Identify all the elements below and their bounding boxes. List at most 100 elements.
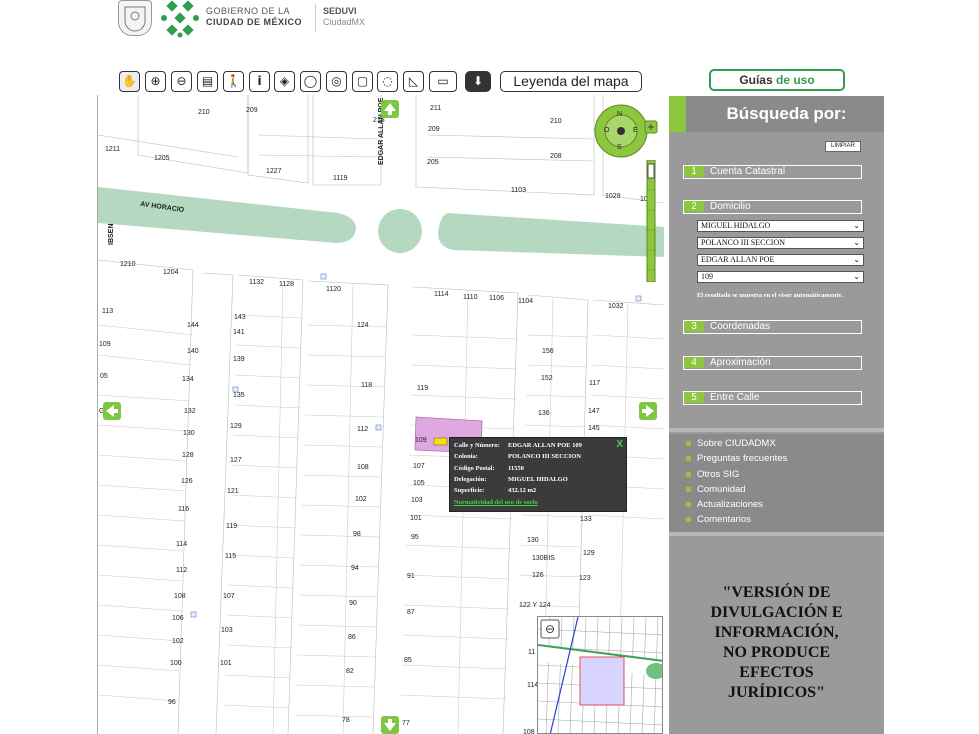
section-number: 5	[684, 392, 704, 403]
parcel-number: 140	[187, 348, 199, 355]
section-number: 1	[684, 166, 704, 177]
parcel-number: 118	[361, 382, 373, 389]
download-icon[interactable]: ⬇	[465, 71, 491, 92]
parcel-number: 117	[589, 380, 601, 387]
popup-label: Colonia:	[454, 453, 478, 460]
section-cuenta-catastral[interactable]: 1 Cuenta Catastral	[683, 165, 862, 179]
parcel-number: 82	[346, 668, 354, 675]
guias-label-1: Guías	[739, 73, 776, 87]
walk-icon[interactable]: 🚶	[223, 71, 244, 92]
zoom-slider[interactable]	[645, 159, 657, 283]
parcel-number: 95	[411, 534, 419, 541]
parcel-number: 127	[230, 457, 242, 464]
seduvi-line-1: SEDUVI	[323, 6, 357, 16]
panel-divider	[669, 428, 884, 432]
parcel-number: 108	[174, 593, 186, 600]
gob-line-2: CIUDAD DE MÉXICO	[206, 17, 303, 27]
legend-button[interactable]: Leyenda del mapa	[500, 71, 642, 92]
disclaimer-line: INFORMACIÓN,	[714, 624, 839, 641]
print-icon[interactable]: ▭	[429, 71, 457, 92]
lasso-select-icon[interactable]: ◌	[377, 71, 398, 92]
parcel-number: 106	[172, 615, 184, 622]
pan-south-arrow-icon[interactable]	[381, 716, 399, 734]
calle-select[interactable]: EDGAR ALLAN POE ⌄	[697, 254, 864, 266]
parcel-number: 147	[588, 408, 600, 415]
parcel-number: 77	[402, 720, 410, 727]
delegacion-select[interactable]: MIGUEL HIDALGO ⌄	[697, 220, 864, 232]
numero-select[interactable]: 109 ⌄	[697, 271, 864, 283]
parcel-number: 108	[357, 464, 369, 471]
circle-select-icon[interactable]: ◯	[300, 71, 321, 92]
zoom-in-icon[interactable]: ⊕	[145, 71, 166, 92]
user-guides-button[interactable]: Guías de uso	[709, 69, 845, 91]
pan-west-arrow-icon[interactable]	[103, 402, 121, 420]
parcel-number: 78	[342, 717, 350, 724]
colonia-select[interactable]: POLANCO III SECCION ⌄	[697, 237, 864, 249]
parcel-number: 101	[410, 515, 422, 522]
section-domicilio[interactable]: 2 Domicilio	[683, 200, 862, 214]
link-label: Otros SIG	[697, 469, 740, 480]
parcel-number: 1211	[105, 146, 121, 153]
clear-button[interactable]: LIMPIAR	[825, 141, 861, 152]
bullet-icon	[686, 502, 691, 507]
map-compass[interactable]: + N S E O	[593, 104, 659, 159]
link-label: Actualizaciones	[697, 499, 764, 510]
parcel-number: 116	[178, 506, 190, 513]
parcel-number: 102	[172, 638, 184, 645]
parcel-number: 112	[357, 426, 369, 433]
government-label: GOBIERNO DE LA CIUDAD DE MÉXICO	[206, 6, 302, 28]
parcel-number: 05	[100, 373, 108, 380]
parcel-number: 1032	[608, 303, 624, 310]
parcel-number: 130	[527, 537, 539, 544]
section-label: Cuenta Catastral	[710, 166, 786, 177]
link-label: Comunidad	[697, 484, 746, 495]
parcel-number: 109	[415, 437, 427, 444]
parcel-number: 132	[184, 408, 196, 415]
section-number: 2	[684, 201, 704, 212]
parcel-number: 128	[182, 452, 194, 459]
parcel-number: 130	[183, 430, 195, 437]
cdmx-seal-logo	[118, 0, 152, 36]
land-use-link[interactable]: Normatividad del uso de suelo	[454, 499, 538, 506]
guias-label-2: de uso	[776, 73, 815, 87]
section-coordenadas[interactable]: 3 Coordenadas	[683, 320, 862, 334]
buffer-icon[interactable]: ◎	[326, 71, 347, 92]
section-label: Coordenadas	[710, 321, 771, 332]
popup-label: Delegación:	[454, 476, 487, 483]
parcel-number: 108	[523, 729, 535, 734]
parcel-number: 156	[542, 348, 554, 355]
parcel-number: 210	[198, 109, 210, 116]
polygon-select-icon[interactable]: ◺	[403, 71, 424, 92]
pan-east-arrow-icon[interactable]	[639, 402, 657, 420]
popup-row: Superficie: 432.12 m2	[454, 487, 536, 494]
rect-select-icon[interactable]: ▢	[352, 71, 373, 92]
pan-hand-icon[interactable]: ✋	[119, 71, 140, 92]
parcel-number: 123	[579, 575, 591, 582]
parcel-number: 86	[348, 634, 356, 641]
legal-disclaimer: "VERSIÓN DE DIVULGACIÓN E INFORMACIÓN, N…	[669, 583, 884, 703]
section-aproximacion[interactable]: 4 Aproximación	[683, 356, 862, 370]
eraser-icon[interactable]: ◈	[274, 71, 295, 92]
pan-north-arrow-icon[interactable]	[381, 100, 399, 118]
disclaimer-line: "VERSIÓN DE	[722, 584, 831, 601]
parcel-number: 129	[583, 550, 595, 557]
measure-icon[interactable]: ▤	[197, 71, 218, 92]
link-label: Comentarios	[697, 514, 751, 525]
section-entre-calle[interactable]: 5 Entre Calle	[683, 391, 862, 405]
parcel-number: 122 Y 124	[519, 602, 551, 609]
bullet-icon	[686, 472, 691, 477]
select-value: POLANCO III SECCION	[701, 238, 785, 247]
parcel-number: 103	[221, 627, 233, 634]
parcel-number: 101	[220, 660, 232, 667]
parcel-number: 90	[349, 600, 357, 607]
parcel-number: 1114	[434, 291, 449, 298]
disclaimer-line: EFECTOS	[739, 664, 814, 681]
zoom-out-icon[interactable]: ⊖	[171, 71, 192, 92]
parcel-number: 210	[550, 118, 562, 125]
parcel-number: 205	[427, 159, 439, 166]
info-icon[interactable]: i	[249, 71, 270, 92]
overview-map[interactable]: ⊖	[537, 616, 663, 734]
parcel-number: 1227	[266, 168, 282, 175]
parcel-number: 209	[428, 126, 440, 133]
popup-close-button[interactable]: X	[616, 439, 623, 450]
